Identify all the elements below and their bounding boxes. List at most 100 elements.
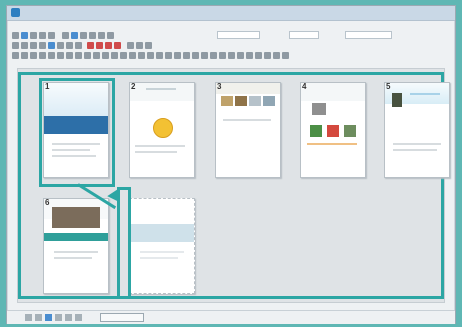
photo-2 [310, 125, 322, 137]
slide-thumbnail[interactable] [129, 82, 195, 178]
toolbar-button[interactable] [255, 52, 262, 59]
sunflower-image [153, 118, 173, 138]
toolbar-button[interactable] [48, 42, 55, 49]
toolbar-button[interactable] [21, 32, 28, 39]
toolbar-button[interactable] [12, 32, 19, 39]
status-label [100, 313, 144, 322]
toolbar-button[interactable] [87, 42, 94, 49]
toolbar-button[interactable] [147, 52, 154, 59]
toolbar-button[interactable] [107, 32, 114, 39]
toolbar-button[interactable] [30, 42, 37, 49]
toolbar-button[interactable] [57, 42, 64, 49]
photo [52, 207, 100, 228]
toolbar-button[interactable] [129, 52, 136, 59]
toolbar-button[interactable] [246, 52, 253, 59]
slide-thumbnail[interactable] [43, 198, 109, 294]
toolbar-button[interactable] [93, 52, 100, 59]
toolbar-button[interactable] [264, 52, 271, 59]
toolbar-button[interactable] [48, 32, 55, 39]
toolbar-button[interactable] [84, 52, 91, 59]
toolbar-button[interactable] [12, 52, 19, 59]
toolbar-button[interactable] [174, 52, 181, 59]
status-bar [7, 310, 455, 324]
view-icon[interactable] [65, 314, 72, 321]
banner [44, 233, 108, 241]
toolbar-button[interactable] [192, 52, 199, 59]
toolbar-field[interactable] [289, 31, 319, 39]
toolbar-button[interactable] [165, 52, 172, 59]
slide-thumbnail[interactable] [43, 82, 109, 178]
toolbar-button[interactable] [75, 42, 82, 49]
toolbar-button[interactable] [12, 42, 19, 49]
toolbar-button[interactable] [39, 32, 46, 39]
toolbar-button[interactable] [62, 32, 69, 39]
text-line [135, 151, 177, 153]
toolbar-button[interactable] [39, 52, 46, 59]
toolbar-button[interactable] [237, 52, 244, 59]
slide-thumbnail[interactable] [300, 82, 366, 178]
slide-sorter-panel: 1 2 3 4 5 6 [17, 68, 450, 303]
toolbar-button[interactable] [210, 52, 217, 59]
text-line [410, 93, 440, 95]
app-window: 1 2 3 4 5 6 [6, 5, 456, 324]
toolbar-row-3 [7, 51, 455, 61]
app-icon [11, 8, 20, 17]
text-line [393, 149, 437, 151]
title-bar [7, 6, 455, 21]
view-icon[interactable] [75, 314, 82, 321]
toolbar-button[interactable] [111, 52, 118, 59]
toolbar-button[interactable] [156, 52, 163, 59]
slide-number: 5 [386, 82, 391, 91]
toolbar-button[interactable] [48, 52, 55, 59]
toolbar-button[interactable] [273, 52, 280, 59]
toolbar-button[interactable] [127, 42, 134, 49]
toolbar-button[interactable] [89, 32, 96, 39]
text-line [52, 143, 100, 145]
toolbar-button[interactable] [282, 52, 289, 59]
text-line [307, 143, 357, 145]
toolbar-button[interactable] [39, 42, 46, 49]
toolbar-button[interactable] [57, 52, 64, 59]
toolbar-button[interactable] [71, 32, 78, 39]
slide-thumbnail[interactable] [215, 82, 281, 178]
toolbar-button[interactable] [183, 52, 190, 59]
toolbar-button[interactable] [21, 52, 28, 59]
text-line [393, 143, 441, 145]
toolbar-button[interactable] [21, 42, 28, 49]
toolbar-button[interactable] [145, 42, 152, 49]
toolbar-button[interactable] [66, 42, 73, 49]
toolbar-button[interactable] [114, 42, 121, 49]
slide-number: 6 [45, 198, 50, 207]
view-icon[interactable] [45, 314, 52, 321]
toolbar-button[interactable] [219, 52, 226, 59]
text-line [52, 149, 90, 151]
toolbar-button[interactable] [120, 52, 127, 59]
toolbar-button[interactable] [80, 32, 87, 39]
view-icon[interactable] [35, 314, 42, 321]
slide-number: 1 [45, 82, 50, 91]
slide-placeholder[interactable] [129, 198, 195, 294]
toolbar-button[interactable] [75, 52, 82, 59]
view-icon[interactable] [55, 314, 62, 321]
text-line [223, 119, 271, 121]
toolbar-field[interactable] [217, 31, 260, 39]
slide-number: 4 [302, 82, 307, 91]
toolbar-button[interactable] [30, 52, 37, 59]
plant-image [392, 93, 402, 107]
toolbar-button[interactable] [30, 32, 37, 39]
toolbar-button[interactable] [102, 52, 109, 59]
toolbar-button[interactable] [201, 52, 208, 59]
view-icon[interactable] [25, 314, 32, 321]
text-line [146, 88, 176, 90]
toolbar-field[interactable] [345, 31, 392, 39]
toolbar-button[interactable] [228, 52, 235, 59]
toolbar-button[interactable] [98, 32, 105, 39]
toolbar-button[interactable] [105, 42, 112, 49]
text-line [140, 257, 178, 259]
toolbar-button[interactable] [136, 42, 143, 49]
toolbar-button[interactable] [66, 52, 73, 59]
thumbnail-header [301, 83, 365, 101]
toolbar-button[interactable] [96, 42, 103, 49]
slide-thumbnail[interactable] [384, 82, 450, 178]
toolbar-button[interactable] [138, 52, 145, 59]
